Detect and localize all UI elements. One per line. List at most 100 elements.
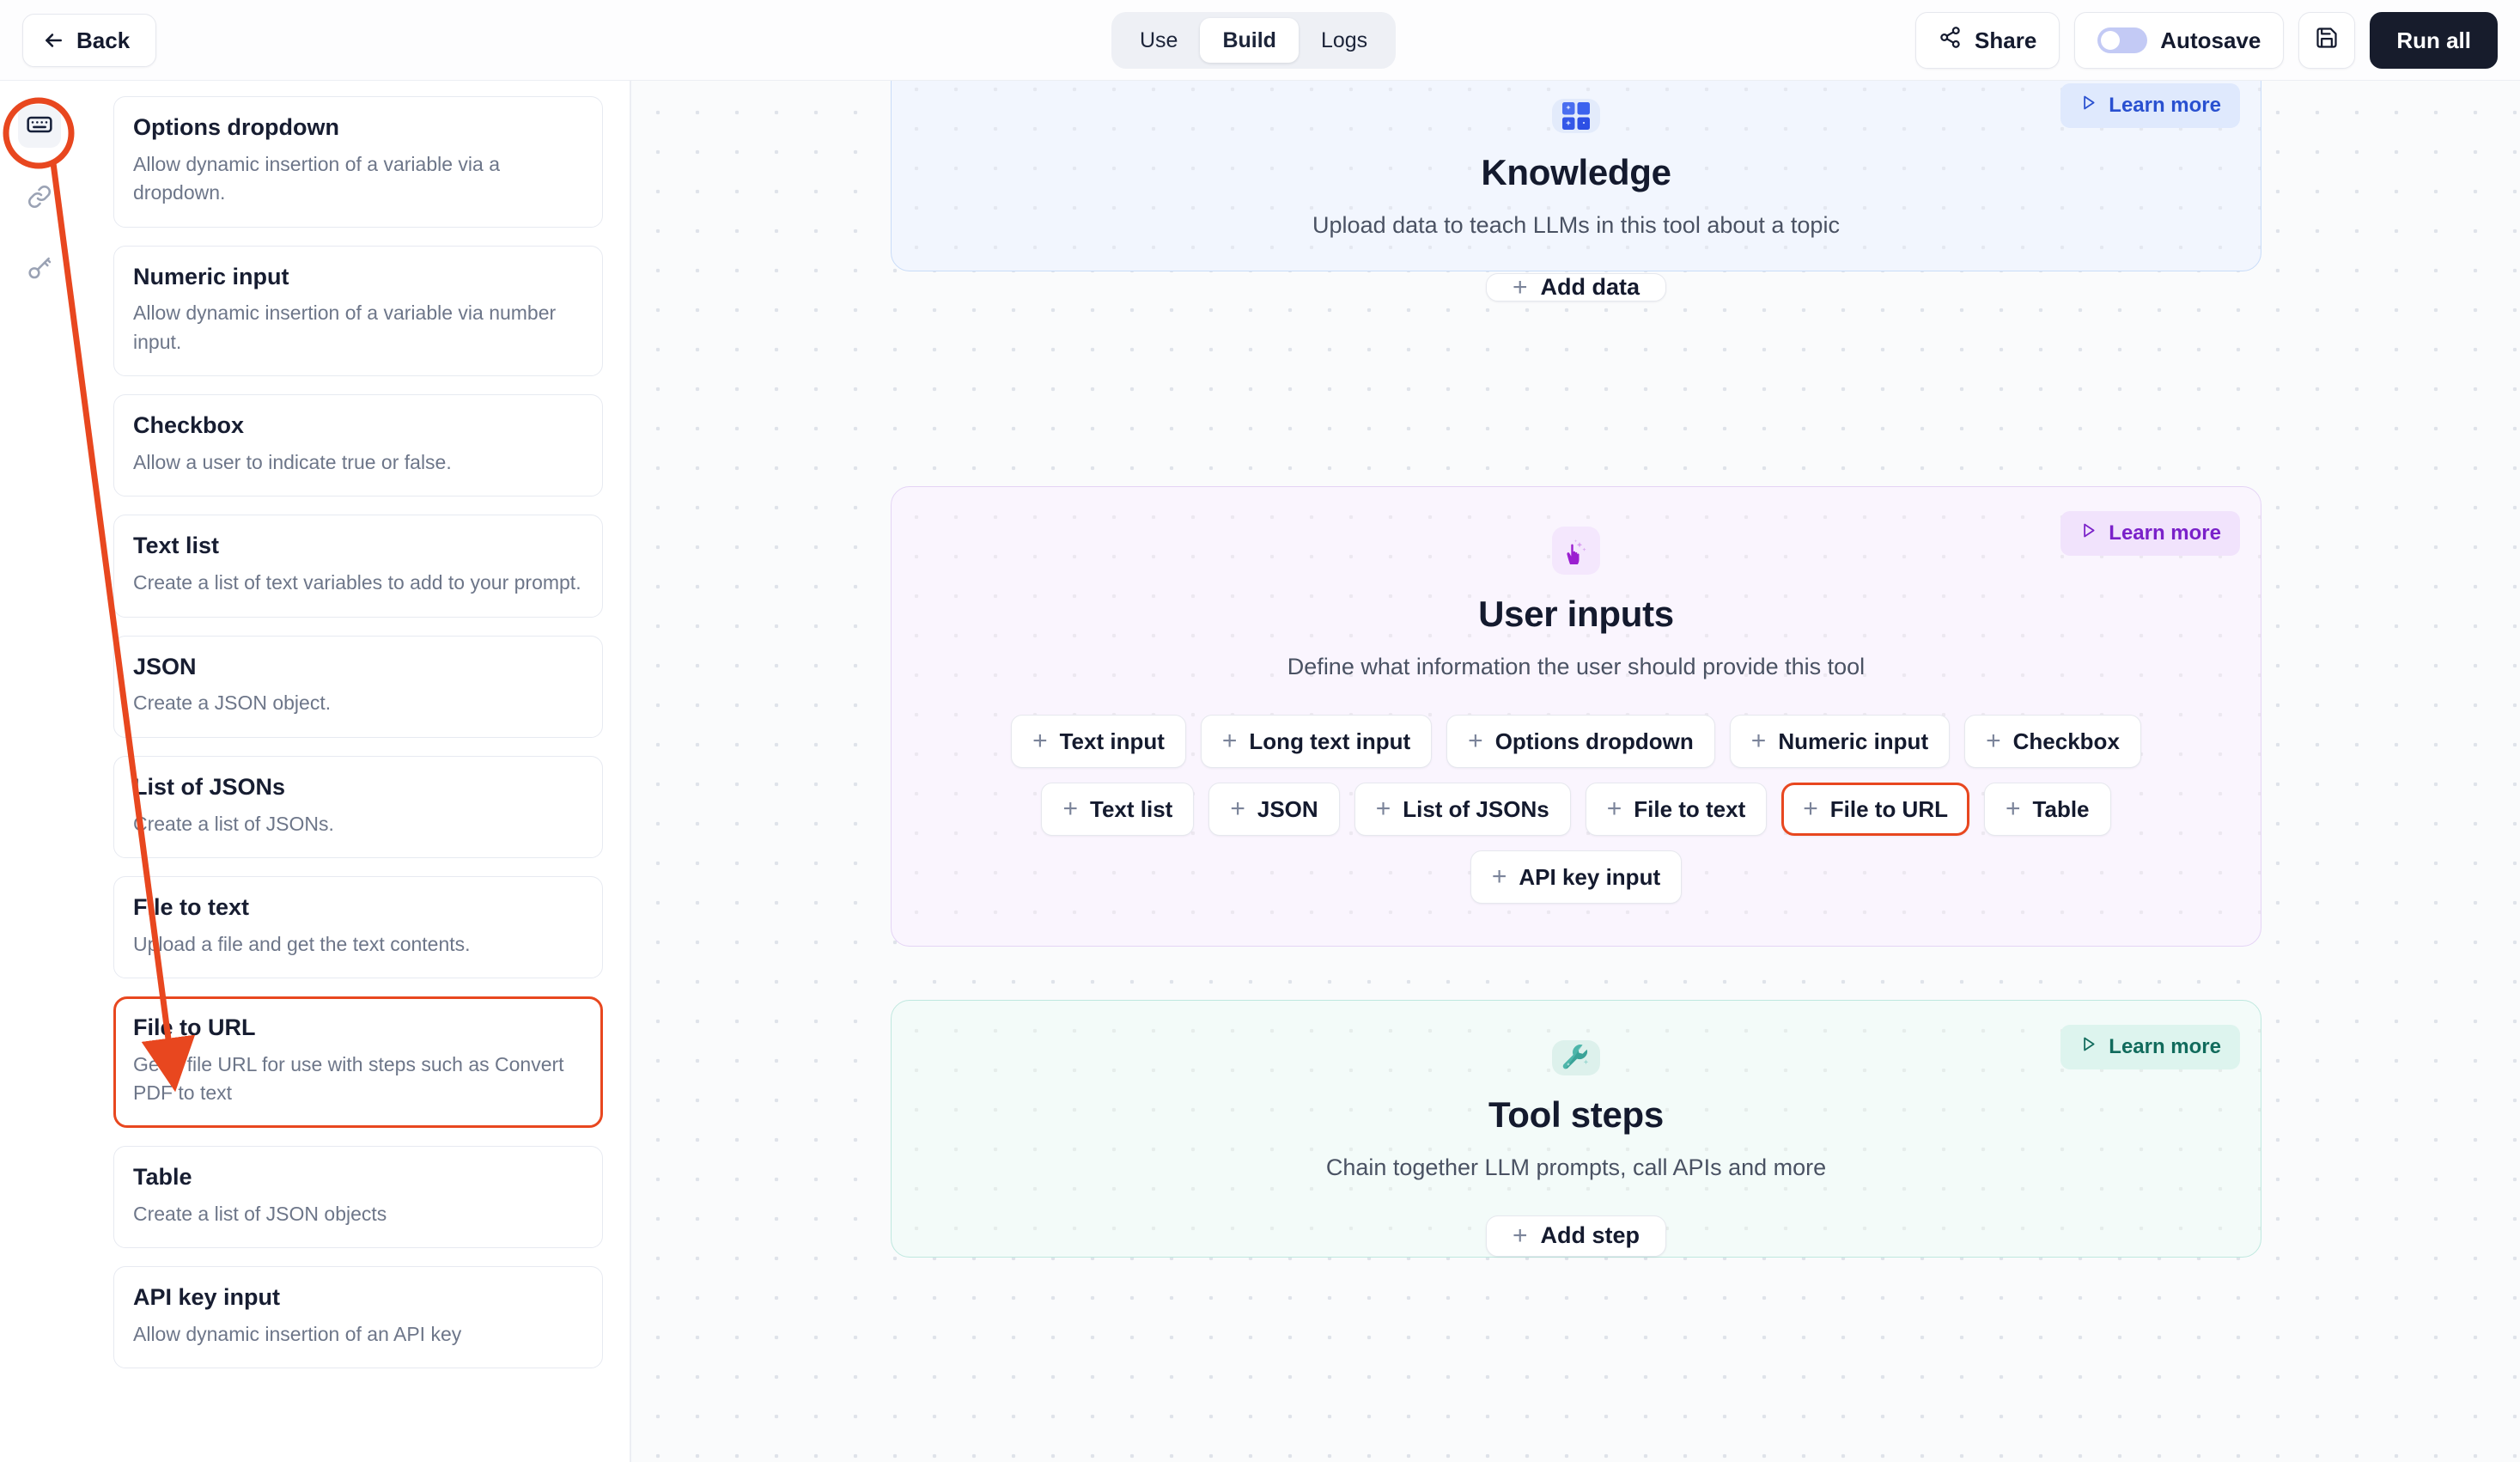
knowledge-learn-more-label: Learn more	[2109, 94, 2221, 117]
input-type-card[interactable]: Numeric input Allow dynamic insertion of …	[113, 245, 603, 377]
add-input-chip[interactable]: + Text list	[1041, 783, 1195, 836]
input-type-card-title: List of JSONs	[133, 773, 286, 800]
share-label: Share	[1975, 27, 2037, 53]
plus-icon: +	[1986, 727, 2001, 755]
input-type-card-title: Table	[133, 1163, 192, 1190]
plus-icon: +	[1803, 795, 1818, 823]
plus-icon: +	[1468, 727, 1483, 755]
magic-hand-icon	[1552, 527, 1600, 575]
plus-icon: +	[1032, 727, 1048, 755]
rail-item-api-keys[interactable]	[18, 249, 61, 292]
input-type-card-description: Allow dynamic insertion of a variable vi…	[133, 302, 557, 353]
link-chain-icon	[26, 183, 53, 215]
back-button[interactable]: Back	[22, 14, 157, 67]
add-input-chip-label: Options dropdown	[1494, 728, 1694, 754]
share-button[interactable]: Share	[1915, 12, 2060, 69]
input-type-card-description: Upload a file and get the text contents.	[133, 932, 471, 955]
left-icon-rail	[0, 81, 79, 1462]
autosave-switch[interactable]	[2097, 27, 2148, 53]
add-input-chip-label: Table	[2032, 795, 2090, 822]
tool-steps-learn-more-button[interactable]: Learn more	[2060, 1025, 2240, 1069]
input-type-card[interactable]: JSON Create a JSON object.	[113, 635, 603, 738]
user-input-chip-row: + Text input + Long text input + Options drop…	[940, 715, 2212, 904]
run-all-label: Run all	[2396, 27, 2471, 53]
add-input-chip[interactable]: + Long text input	[1200, 715, 1433, 768]
key-icon	[26, 255, 53, 287]
plus-icon: +	[1606, 795, 1622, 823]
input-type-card-description: Get a file URL for use with steps such a…	[133, 1052, 564, 1105]
user-inputs-subtitle: Define what information the user should …	[1287, 654, 1866, 679]
add-input-chip[interactable]: + Checkbox	[1964, 715, 2141, 768]
add-input-chip-label: List of JSONs	[1403, 795, 1549, 822]
save-button[interactable]	[2298, 12, 2356, 69]
plus-icon: +	[1512, 272, 1528, 302]
input-type-card-title: Numeric input	[133, 263, 289, 289]
input-type-card[interactable]: Checkbox Allow a user to indicate true or…	[113, 394, 603, 497]
autosave-switch-knob	[2101, 31, 2121, 50]
input-type-card[interactable]: File to text Upload a file and get the te…	[113, 875, 603, 979]
add-input-chip-label: Text input	[1059, 728, 1165, 754]
input-type-card-description: Allow a user to indicate true or false.	[133, 450, 452, 473]
tab-logs[interactable]: Logs	[1299, 18, 1390, 63]
add-input-chip[interactable]: + File to text	[1585, 783, 1768, 836]
user-inputs-learn-more-button[interactable]: Learn more	[2060, 511, 2240, 556]
share-icon	[1939, 26, 1962, 55]
add-input-chip-label: Checkbox	[2012, 728, 2120, 754]
plus-icon: +	[1375, 795, 1391, 823]
build-canvas: Learn more Knowledge Upload data to teac…	[630, 81, 2520, 1462]
add-data-button[interactable]: + Add data	[1485, 272, 1667, 302]
input-type-card[interactable]: List of JSONs Create a list of JSONs.	[113, 755, 603, 858]
autosave-toggle[interactable]: Autosave	[2074, 12, 2285, 69]
add-input-chip-label: File to text	[1634, 795, 1746, 822]
add-input-chip[interactable]: + Text input	[1011, 715, 1186, 768]
plus-icon: +	[1221, 727, 1238, 755]
input-type-card-description: Create a list of text variables to add t…	[133, 571, 581, 594]
add-input-chip-label: Long text input	[1249, 728, 1411, 754]
input-type-card[interactable]: File to URL Get a file URL for use with s…	[113, 996, 603, 1128]
tool-steps-subtitle: Chain together LLM prompts, call APIs an…	[1325, 1154, 1827, 1180]
input-type-card[interactable]: Options dropdown Allow dynamic insertion …	[113, 96, 603, 228]
add-input-chip[interactable]: + List of JSONs	[1354, 783, 1571, 836]
rail-item-connections[interactable]	[18, 177, 61, 220]
user-inputs-block[interactable]: Learn more User inputs Define what infor…	[891, 486, 2261, 947]
input-type-card-description: Allow dynamic insertion of an API key	[133, 1322, 462, 1345]
plus-icon: +	[2006, 795, 2021, 823]
input-type-card-description: Create a list of JSON objects	[133, 1202, 387, 1225]
add-input-chip[interactable]: + Table	[1984, 783, 2111, 836]
input-type-panel: Options dropdown Allow dynamic insertion …	[79, 81, 630, 1462]
play-icon	[2079, 1035, 2097, 1059]
input-type-card[interactable]: Table Create a list of JSON objects	[113, 1145, 603, 1248]
back-button-label: Back	[76, 27, 131, 53]
tool-steps-title: Tool steps	[1488, 1093, 1664, 1135]
input-type-card-title: JSON	[133, 653, 197, 679]
input-type-card-title: Checkbox	[133, 412, 245, 439]
tab-use[interactable]: Use	[1117, 18, 1200, 63]
user-inputs-title: User inputs	[1478, 594, 1674, 634]
top-right-actions: Share Autosave Run all	[1915, 12, 2498, 69]
tab-build[interactable]: Build	[1200, 18, 1299, 63]
input-type-card[interactable]: Text list Create a list of text variables…	[113, 515, 603, 618]
input-type-card-description: Create a list of JSONs.	[133, 812, 334, 835]
floppy-disk-icon	[2315, 26, 2339, 56]
add-input-chip-label: API key input	[1519, 863, 1661, 890]
input-type-card-title: Text list	[133, 533, 220, 559]
add-input-chip-label: Text list	[1090, 795, 1173, 822]
add-input-chip[interactable]: + Numeric input	[1729, 715, 1951, 768]
add-input-chip[interactable]: + API key input	[1470, 850, 1683, 904]
knowledge-block[interactable]: Learn more Knowledge Upload data to teac…	[891, 81, 2261, 302]
add-input-chip[interactable]: + File to URL	[1781, 783, 1969, 836]
rail-item-user-inputs[interactable]	[18, 105, 61, 148]
knowledge-subtitle: Upload data to teach LLMs in this tool a…	[1312, 212, 1840, 238]
add-input-chip-label: File to URL	[1829, 795, 1948, 822]
add-input-chip-label: Numeric input	[1778, 728, 1929, 754]
run-all-button[interactable]: Run all	[2370, 12, 2498, 69]
add-step-button[interactable]: + Add step	[1485, 1215, 1667, 1257]
input-type-card-description: Allow dynamic insertion of a variable vi…	[133, 152, 500, 204]
add-input-chip[interactable]: + JSON	[1208, 783, 1340, 836]
knowledge-learn-more-button[interactable]: Learn more	[2060, 83, 2240, 128]
input-type-card-title: Options dropdown	[133, 114, 339, 140]
add-input-chip[interactable]: + Options dropdown	[1446, 715, 1715, 768]
tool-steps-block[interactable]: Learn more Tool steps Chain together LLM…	[891, 1000, 2261, 1258]
input-type-card[interactable]: API key input Allow dynamic insertion of …	[113, 1265, 603, 1369]
plus-icon: +	[1512, 1221, 1528, 1250]
